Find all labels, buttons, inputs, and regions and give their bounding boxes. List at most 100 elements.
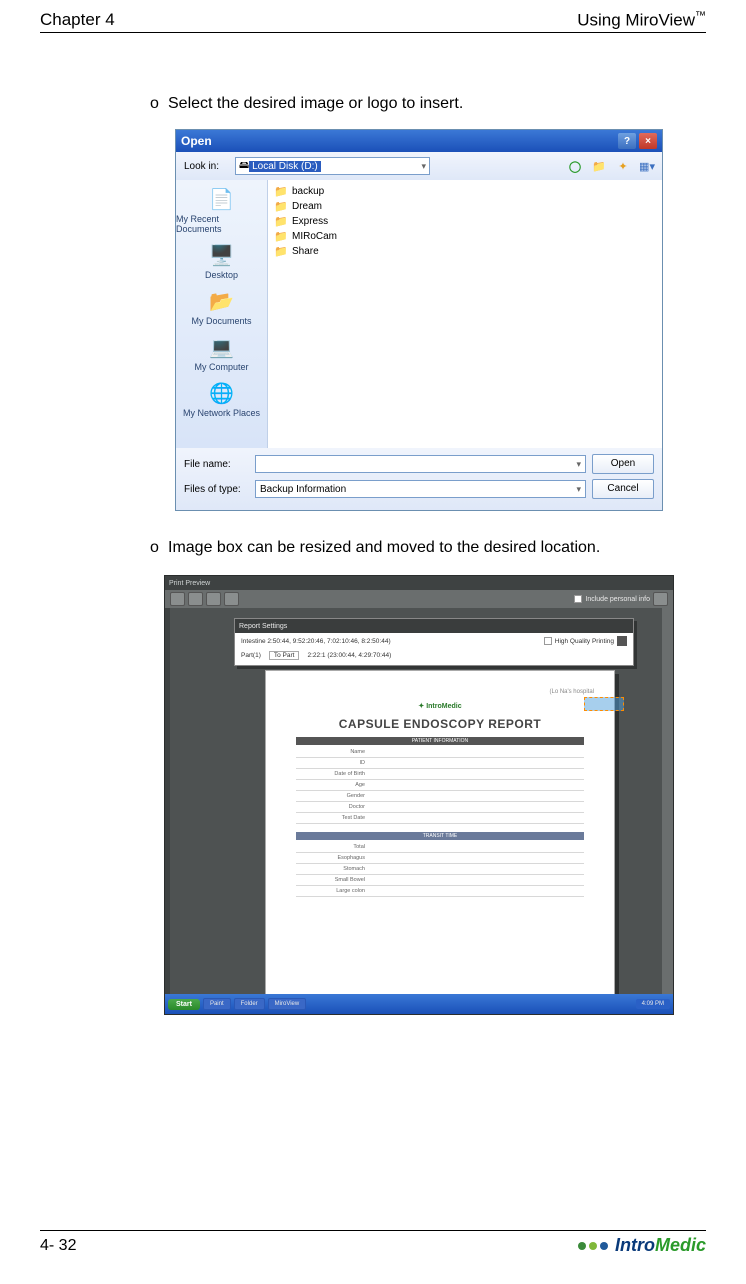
chevron-down-icon[interactable]: ▾ [576, 459, 581, 470]
folder-item[interactable]: 📁Express [274, 214, 656, 229]
checkbox-icon [574, 595, 582, 603]
fit-page-icon[interactable] [224, 592, 239, 606]
checkbox-icon[interactable] [544, 637, 552, 645]
taskbar-item[interactable]: MiroView [268, 998, 307, 1010]
high-quality-label: High Quality Printing [555, 638, 614, 645]
rs-line2-rest: 2:22:1 (23:00:44, 4:29:70:44) [307, 652, 391, 659]
bullet-text-2: Image box can be resized and moved to th… [168, 539, 688, 557]
report-settings-panel[interactable]: Report Settings Intestine 2:50:44, 9:52:… [234, 618, 634, 666]
preview-toolbar: Include personal info [165, 590, 673, 608]
back-icon[interactable]: ◯ [568, 159, 582, 173]
image-box-selection[interactable] [584, 697, 624, 711]
chapter-label: Chapter 4 [40, 10, 115, 30]
open-button[interactable]: Open [592, 454, 654, 474]
help-icon[interactable]: ? [618, 133, 636, 149]
field-label: Stomach [296, 866, 371, 872]
folder-icon: 📁 [274, 200, 288, 213]
header-title-text: Using MiroView [577, 10, 695, 29]
vertical-scrollbar[interactable] [662, 608, 673, 994]
logo-medic: Medic [655, 1235, 706, 1255]
rs-part-label: Part(1) [241, 652, 261, 659]
rs-pages-select[interactable]: To Part [269, 651, 300, 660]
cancel-button[interactable]: Cancel [592, 479, 654, 499]
windows-taskbar: Start Paint Folder MiroView 4:09 PM [165, 994, 673, 1014]
filetype-label: Files of type: [184, 484, 249, 495]
field-label: Date of Birth [296, 771, 371, 777]
place-recent[interactable]: 📄 My Recent Documents [176, 186, 267, 234]
folder-name: Share [292, 246, 319, 257]
taskbar-item[interactable]: Folder [234, 998, 265, 1010]
network-places-icon: 🌐 [208, 380, 236, 406]
bullet-marker: o [150, 539, 168, 557]
new-folder-icon[interactable]: ✦ [616, 159, 630, 173]
open-file-dialog: Open ? × Look in: 🖴 Local Disk (D:) ▾ ◯ … [175, 129, 663, 511]
settings-icon[interactable] [653, 592, 668, 606]
place-network[interactable]: 🌐 My Network Places [176, 380, 267, 418]
folder-name: Dream [292, 201, 322, 212]
place-mycomputer[interactable]: 💻 My Computer [176, 334, 267, 372]
preview-titlebar: Print Preview [165, 576, 673, 590]
place-recent-label: My Recent Documents [176, 214, 267, 234]
rs-line1: Intestine 2:50:44, 9:52:20:46, 7:02:10:4… [241, 638, 391, 645]
include-personal-checkbox[interactable]: Include personal info [574, 595, 650, 603]
print-icon[interactable] [170, 592, 185, 606]
place-network-label: My Network Places [183, 408, 260, 418]
folder-name: Express [292, 216, 328, 227]
chevron-down-icon[interactable]: ▾ [576, 484, 581, 495]
field-label: Total [296, 844, 371, 850]
folder-name: backup [292, 186, 324, 197]
section-header-1: PATIENT INFORMATION [296, 737, 584, 745]
dialog-title: Open [181, 134, 615, 148]
close-panel-icon[interactable] [617, 636, 627, 646]
start-button[interactable]: Start [168, 999, 200, 1010]
field-label: Esophagus [296, 855, 371, 861]
field-label: Gender [296, 793, 371, 799]
transit-time-rows: Total Esophagus Stomach Small Bowel Larg… [296, 842, 584, 897]
folder-item[interactable]: 📁 Dream [274, 199, 656, 214]
chevron-down-icon[interactable]: ▾ [421, 161, 426, 172]
filename-input[interactable]: ▾ [255, 455, 586, 473]
patient-info-rows: Name ID Date of Birth Age Gender Doctor … [296, 747, 584, 824]
system-tray[interactable]: 4:09 PM [636, 999, 670, 1009]
lookin-value: Local Disk (D:) [249, 161, 321, 172]
bullet-marker: o [150, 95, 168, 113]
page-number: 4- 32 [40, 1237, 76, 1255]
place-mycomputer-label: My Computer [194, 362, 248, 372]
filetype-value: Backup Information [260, 484, 346, 495]
up-one-level-icon[interactable]: 📁 [592, 159, 606, 173]
folder-item[interactable]: 📁 Share [274, 244, 656, 259]
place-desktop-label: Desktop [205, 270, 238, 280]
file-list[interactable]: 📁backup 📁 Dream 📁Express 📁 MIRoCam 📁 Share [268, 180, 662, 448]
trademark-symbol: ™ [695, 10, 706, 22]
lookin-label: Look in: [184, 161, 229, 172]
report-logo-text: IntroMedic [426, 703, 461, 710]
report-logo: ✦ IntroMedic [418, 703, 461, 710]
hospital-label: (Lo Na's hospital [549, 689, 594, 695]
include-personal-label: Include personal info [585, 596, 650, 603]
field-label: ID [296, 760, 371, 766]
places-bar: 📄 My Recent Documents 🖥️ Desktop 📂 My Do… [176, 180, 268, 448]
zoom-out-icon[interactable] [206, 592, 221, 606]
footer-logo: IntroMedic [578, 1235, 706, 1256]
folder-icon: 📁 [274, 230, 288, 243]
logo-dots-icon [578, 1242, 608, 1250]
folder-item[interactable]: 📁backup [274, 184, 656, 199]
field-label: Name [296, 749, 371, 755]
folder-item[interactable]: 📁 MIRoCam [274, 229, 656, 244]
filetype-combo[interactable]: Backup Information ▾ [255, 480, 586, 498]
folder-name: MIRoCam [292, 231, 337, 242]
place-desktop[interactable]: 🖥️ Desktop [176, 242, 267, 280]
lookin-combo[interactable]: 🖴 Local Disk (D:) ▾ [235, 157, 430, 175]
field-label: Doctor [296, 804, 371, 810]
views-icon[interactable]: ▦▾ [640, 159, 654, 173]
section-header-2: TRANSIT TIME [296, 832, 584, 840]
zoom-in-icon[interactable] [188, 592, 203, 606]
preview-canvas: Report Settings Intestine 2:50:44, 9:52:… [170, 608, 668, 994]
close-icon[interactable]: × [639, 133, 657, 149]
taskbar-item[interactable]: Paint [203, 998, 231, 1010]
print-preview-window: Print Preview Include personal info [164, 575, 674, 1015]
place-mydocs[interactable]: 📂 My Documents [176, 288, 267, 326]
report-page: (Lo Na's hospital ✦ IntroMedic CAPSULE E… [265, 670, 615, 994]
folder-icon: 📁 [274, 245, 288, 258]
preview-title: Print Preview [169, 580, 210, 587]
